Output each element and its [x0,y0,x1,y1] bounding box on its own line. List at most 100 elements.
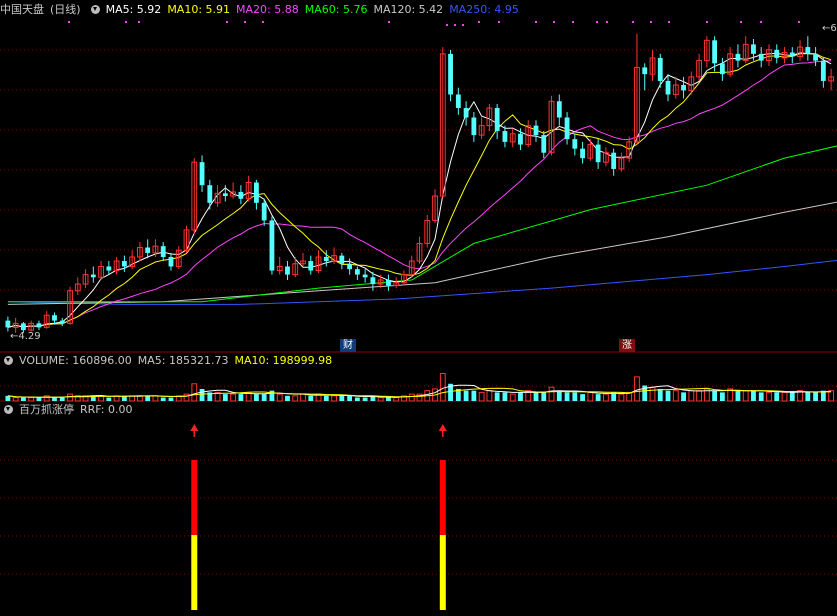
candle-body [199,162,205,186]
candle-body [160,246,166,257]
candle-body [805,47,811,54]
high-price-label: ←6 [822,23,837,34]
candle-body [789,52,795,57]
volume-bar [634,376,640,402]
candle-body [820,60,826,81]
volume-ma5: MA5: 185321.73 [137,354,229,367]
ma20-label: MA20: 5.88 [236,3,299,16]
signal-dot [138,21,140,23]
signal-dot [388,21,390,23]
volume-bar [5,395,11,401]
candle-body [681,85,686,91]
candle-body [21,323,26,331]
ma10-label: MA10: 5.91 [167,3,231,16]
candle-body [556,101,562,118]
volume-bar [758,392,764,401]
candle-body [36,323,42,328]
candle-body [59,320,65,324]
settings-dropdown-icon[interactable] [90,5,100,14]
volume-dropdown-icon[interactable] [4,356,13,365]
candle-body [238,191,244,199]
candle-body [494,108,500,132]
volume-bar [595,394,601,401]
volume-ma10: MA10: 198999.98 [234,354,333,367]
ma250-label: MA250: 4.95 [449,3,519,16]
volume-bar [300,393,306,402]
signal-dot [446,24,448,26]
candle-body [222,193,228,197]
stock-name: 中国天盘 [0,3,44,16]
signal-dot [606,21,608,23]
candle-body [448,53,453,95]
candle-body [502,131,508,142]
candle-body [712,40,718,64]
volume-bar [238,394,244,401]
candle-body [285,266,290,275]
ma-line-ma5 [7,52,832,328]
volume-bar [735,390,741,401]
volume-bar [183,393,190,402]
signal-dot [462,24,464,26]
volume-bar [672,390,679,402]
volume-bar [276,393,283,402]
ma-line-ma10 [7,53,832,328]
candle-body [719,63,725,75]
volume-bar [719,392,725,401]
candle-body [323,256,329,262]
signal-dot [668,21,670,23]
volume-bar [509,393,516,402]
candle-body [533,125,539,136]
signal-dot [572,21,574,23]
indicator-value: RRF: 0.00 [80,403,133,416]
candle-body [362,274,368,278]
volume-bar [28,397,35,402]
ma120-label: MA120: 5.42 [373,3,444,16]
candle-body [541,135,547,153]
tag-zhang[interactable]: 涨 [619,339,635,352]
candle-body [564,117,570,140]
indicator-dropdown-icon[interactable] [4,405,13,414]
signal-dot [740,21,742,23]
candle-body [90,274,96,278]
candle-body [52,315,57,321]
volume-bar [168,397,174,401]
volume-bar [347,395,353,401]
volume-bar [331,395,337,402]
signal-dot [68,21,70,23]
indicator-title: 百万抓涨停 [19,403,74,416]
volume-bar [439,372,446,402]
volume-bar [751,390,756,401]
kline-chart [0,21,837,610]
price-header: 中国天盘 (日线) MA5: 5.92 MA10: 5.91 MA20: 5.88 MA6… [0,2,525,18]
candle-body [370,277,376,285]
tag-cai[interactable]: 财 [340,339,356,352]
signal-dot [478,21,480,23]
candle-body [269,220,275,271]
volume-bar [36,397,42,401]
volume-bar [556,390,562,401]
volume-bar [688,390,695,402]
volume-title: VOLUME: 160896.00 [19,354,132,367]
volume-bar [308,395,314,401]
candle-body [751,44,756,54]
volume-bar [665,390,671,401]
signal-dot [706,21,708,23]
ma60-label: MA60: 5.76 [304,3,368,16]
volume-bar [696,390,702,402]
candle-body [572,139,578,149]
volume-bar [518,392,523,401]
ma-line-ma20 [7,60,832,328]
candle-body [774,49,780,58]
signal-dot [553,21,555,23]
signal-dot [535,21,537,23]
volume-bar [813,392,818,401]
candle-body [106,266,112,271]
volume-bar [106,397,112,401]
volume-header: VOLUME: 160896.00 MA5: 185321.73 MA10: 198… [0,353,338,369]
candle-body [386,280,391,286]
volume-bar [362,397,368,401]
indicator-header: 百万抓涨停 RRF: 0.00 [0,402,138,418]
volume-bar [766,391,772,402]
candle-body [354,269,360,275]
volume-bar [618,393,625,402]
